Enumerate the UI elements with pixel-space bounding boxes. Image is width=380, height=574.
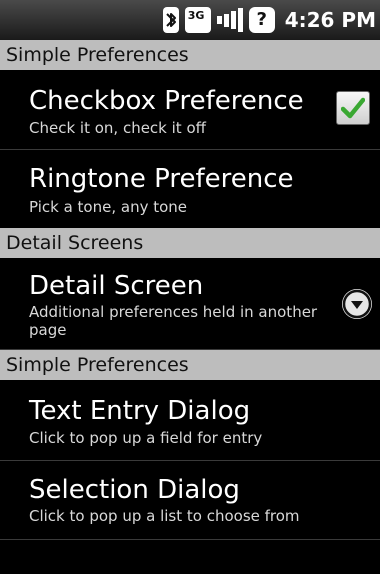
- clock: 4:26 PM: [284, 8, 376, 32]
- item-title: Selection Dialog: [29, 475, 240, 505]
- item-title: Ringtone Preference: [29, 164, 294, 194]
- status-bar: 3G ? 4:26 PM: [0, 0, 380, 40]
- notification-alert-icon: ?: [248, 7, 275, 33]
- detail-screen-item[interactable]: Detail Screen Additional preferences hel…: [0, 258, 380, 350]
- item-title: Detail Screen: [29, 271, 204, 301]
- item-summary-line2: page: [29, 321, 67, 339]
- item-summary: Click to pop up a list to choose from: [29, 507, 300, 525]
- section-header-simple-preferences-2: Simple Preferences: [0, 350, 380, 380]
- section-header-detail-screens: Detail Screens: [0, 228, 380, 258]
- item-title: Checkbox Preference: [29, 86, 304, 116]
- checkbox-preference-item[interactable]: Checkbox Preference Check it on, check i…: [0, 70, 380, 150]
- item-summary-line1: Additional preferences held in another: [29, 303, 318, 321]
- bluetooth-icon: [162, 7, 179, 33]
- checkbox-checked-icon[interactable]: [336, 91, 370, 125]
- chevron-down-icon[interactable]: [342, 289, 372, 319]
- signal-strength-icon: [216, 7, 243, 33]
- ringtone-preference-item[interactable]: Ringtone Preference Pick a tone, any ton…: [0, 150, 380, 230]
- selection-dialog-item[interactable]: Selection Dialog Click to pop up a list …: [0, 461, 380, 540]
- item-summary: Pick a tone, any tone: [29, 198, 188, 216]
- text-entry-dialog-item[interactable]: Text Entry Dialog Click to pop up a fiel…: [0, 380, 380, 461]
- section-header-simple-preferences: Simple Preferences: [0, 40, 380, 70]
- item-summary: Click to pop up a field for entry: [29, 429, 263, 447]
- item-summary: Check it on, check it off: [29, 119, 206, 137]
- network-3g-icon: 3G: [184, 7, 211, 33]
- item-title: Text Entry Dialog: [29, 396, 251, 426]
- network-label: 3G: [187, 9, 205, 22]
